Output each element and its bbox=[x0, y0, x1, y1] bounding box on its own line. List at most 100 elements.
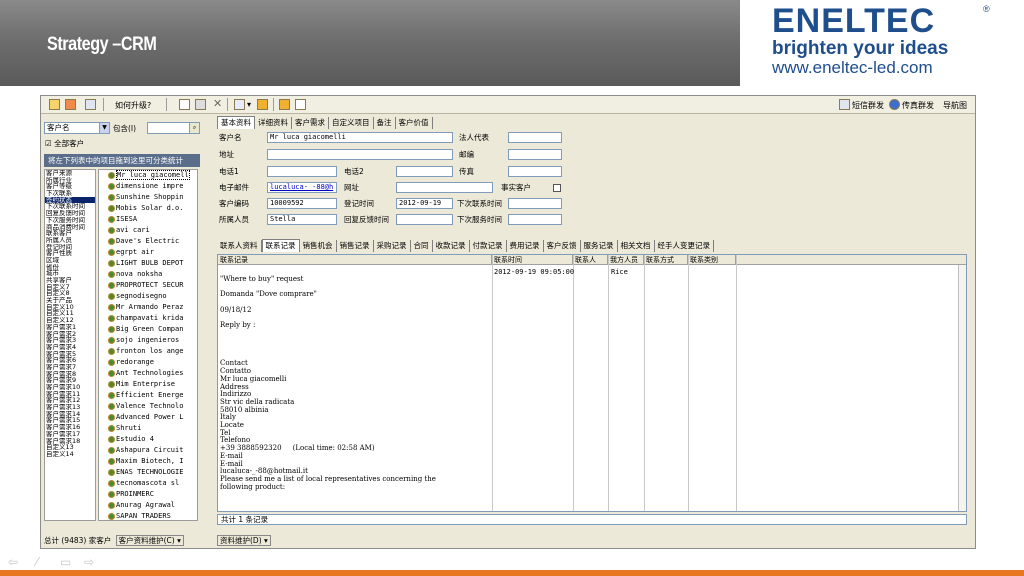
tab[interactable]: 自定义项目 bbox=[329, 117, 374, 129]
column-header[interactable]: 联系记录 bbox=[218, 255, 492, 265]
field-item[interactable]: 客户需求14 bbox=[45, 411, 95, 418]
tab[interactable]: 客户价值 bbox=[396, 117, 433, 129]
field-item[interactable]: 自定义12 bbox=[45, 317, 95, 324]
field-item[interactable]: 客户需求1 bbox=[45, 324, 95, 331]
field-item[interactable]: 登记时间 bbox=[45, 244, 95, 251]
customer-list[interactable]: Mr luca giacomell dimensione impre Sunshin… bbox=[98, 169, 198, 521]
customer-list-item[interactable]: ISESA bbox=[99, 214, 197, 225]
customer-list-item[interactable]: PROPROTECT SECUR bbox=[99, 280, 197, 291]
field-item[interactable]: 客户需求11 bbox=[45, 391, 95, 398]
customer-list-item[interactable]: SAPAN TRADERS bbox=[99, 511, 197, 520]
sms-broadcast-button[interactable]: 短信群发 bbox=[852, 100, 884, 111]
category-drop-header[interactable]: 将左下列表中的项目拖到这里可分类统计 bbox=[44, 154, 200, 167]
forward-arrow-icon[interactable]: ⇨ bbox=[84, 555, 94, 569]
tab[interactable]: 客户反馈 bbox=[544, 240, 581, 252]
column-header[interactable]: 联系方式 bbox=[644, 255, 688, 265]
tab[interactable]: 基本资料 bbox=[217, 116, 255, 129]
record-table[interactable]: 联系记录 联系时间 联系人 我方人员 联系方式 联系类别 "Where to buy" r… bbox=[217, 254, 967, 512]
customer-list-item[interactable]: dimensione impre bbox=[99, 181, 197, 192]
field-item[interactable]: 客户需求17 bbox=[45, 431, 95, 438]
postcode-field[interactable] bbox=[508, 149, 562, 160]
field-item[interactable]: 客户需求9 bbox=[45, 377, 95, 384]
email-field[interactable]: lucaluca-_-88@h bbox=[267, 182, 337, 193]
phone2-field[interactable] bbox=[396, 166, 453, 177]
customer-list-item[interactable]: Valence Technolo bbox=[99, 401, 197, 412]
field-item[interactable]: 共享客户 bbox=[45, 277, 95, 284]
tab[interactable]: 费用记录 bbox=[507, 240, 544, 252]
customer-name-field[interactable]: Mr luca giacomelli bbox=[267, 132, 453, 143]
all-customers-checkbox[interactable]: ☑ 全部客户 bbox=[45, 138, 84, 149]
reg-time-field[interactable]: 2012-09-19 bbox=[396, 198, 453, 209]
customer-list-item[interactable]: redorange bbox=[99, 357, 197, 368]
field-item[interactable]: 客户需求4 bbox=[45, 344, 95, 351]
next-service-field[interactable] bbox=[508, 214, 562, 225]
website-field[interactable] bbox=[396, 182, 493, 193]
customer-list-item[interactable]: Mr Armando Peraz bbox=[99, 302, 197, 313]
back-arrow-icon[interactable]: ⇦ bbox=[8, 555, 18, 569]
field-item[interactable]: 联系客户 bbox=[45, 230, 95, 237]
tab[interactable]: 客户需求 bbox=[292, 117, 329, 129]
contacts-icon[interactable] bbox=[279, 99, 290, 110]
save-icon[interactable] bbox=[195, 99, 206, 110]
field-item[interactable]: 自定义13 bbox=[45, 444, 95, 451]
phone1-field[interactable] bbox=[267, 166, 337, 177]
customer-list-item[interactable]: ENAS TECHNOLOGIE bbox=[99, 467, 197, 478]
field-item[interactable]: 客户需求3 bbox=[45, 337, 95, 344]
tab[interactable]: 合同 bbox=[411, 240, 433, 252]
tab[interactable]: 销售记录 bbox=[337, 240, 374, 252]
tab[interactable]: 服务记录 bbox=[581, 240, 618, 252]
field-item[interactable]: 自定义14 bbox=[45, 451, 95, 458]
customer-list-item[interactable]: Mim Enterprise bbox=[99, 379, 197, 390]
field-item[interactable]: 客户需求12 bbox=[45, 397, 95, 404]
field-item[interactable]: 回复反馈时间 bbox=[45, 210, 95, 217]
field-item[interactable]: 客户性质 bbox=[45, 250, 95, 257]
tab[interactable]: 联系人资料 bbox=[217, 240, 262, 252]
chevron-down-icon[interactable]: ▾ bbox=[247, 100, 251, 109]
search-input[interactable]: ⌕ bbox=[147, 122, 200, 134]
field-item[interactable]: 所属人员 bbox=[45, 237, 95, 244]
column-header[interactable]: 联系类别 bbox=[688, 255, 736, 265]
tab[interactable]: 付款记录 bbox=[470, 240, 507, 252]
address-field[interactable] bbox=[267, 149, 453, 160]
customer-list-item[interactable]: Ashapura Circuit bbox=[99, 445, 197, 456]
note-icon[interactable] bbox=[295, 99, 306, 110]
customer-card-icon[interactable] bbox=[85, 99, 96, 110]
pen-icon[interactable]: ⁄ bbox=[36, 555, 38, 569]
field-item[interactable]: 客户等级 bbox=[45, 183, 95, 190]
field-item[interactable]: 商品消费时间 bbox=[45, 224, 95, 231]
tab[interactable]: 销售机会 bbox=[300, 240, 337, 252]
upgrade-link[interactable]: 如何升级? bbox=[115, 100, 151, 111]
field-item[interactable]: 签约状态 bbox=[45, 196, 95, 204]
field-item[interactable]: 省份 bbox=[45, 264, 95, 271]
field-item[interactable]: 客户需求6 bbox=[45, 357, 95, 364]
print-icon[interactable] bbox=[234, 99, 245, 110]
customer-code-field[interactable]: 10009592 bbox=[267, 198, 337, 209]
customer-list-item[interactable]: LIGHT BULB DEPOT bbox=[99, 258, 197, 269]
customer-list-item[interactable]: fronton los ange bbox=[99, 346, 197, 357]
field-item[interactable]: 自定义11 bbox=[45, 310, 95, 317]
field-item[interactable]: 所属行业 bbox=[45, 177, 95, 184]
sms-icon[interactable] bbox=[839, 99, 850, 110]
customer-list-item[interactable]: Advanced Power L bbox=[99, 412, 197, 423]
menu-icon[interactable]: ▭ bbox=[60, 555, 71, 569]
customer-list-item[interactable]: Big Green Compan bbox=[99, 324, 197, 335]
field-item[interactable]: 下次联系时间 bbox=[45, 203, 95, 210]
new-document-icon[interactable] bbox=[179, 99, 190, 110]
vertical-scrollbar[interactable] bbox=[958, 265, 966, 511]
customer-list-item[interactable]: Anurag Agrawal bbox=[99, 500, 197, 511]
field-item[interactable]: 客户需求2 bbox=[45, 331, 95, 338]
reply-time-field[interactable] bbox=[396, 214, 453, 225]
customer-list-item[interactable]: tecnomascota sl bbox=[99, 478, 197, 489]
column-header[interactable]: 联系人 bbox=[573, 255, 608, 265]
customer-list-item[interactable]: Mobis Solar d.o. bbox=[99, 203, 197, 214]
customer-list-item[interactable]: Estudio 4 bbox=[99, 434, 197, 445]
customer-list-item[interactable]: champavati krida bbox=[99, 313, 197, 324]
customer-list-item[interactable]: Mr luca giacomell bbox=[99, 170, 197, 181]
chevron-down-icon[interactable]: ▼ bbox=[99, 123, 109, 133]
delete-icon[interactable]: ✕ bbox=[213, 97, 222, 110]
tab[interactable]: 采购记录 bbox=[374, 240, 411, 252]
field-item[interactable]: 客户需求5 bbox=[45, 351, 95, 358]
tab[interactable]: 备注 bbox=[374, 117, 396, 129]
field-item[interactable]: 客户需求7 bbox=[45, 364, 95, 371]
fax-icon[interactable] bbox=[889, 99, 900, 110]
